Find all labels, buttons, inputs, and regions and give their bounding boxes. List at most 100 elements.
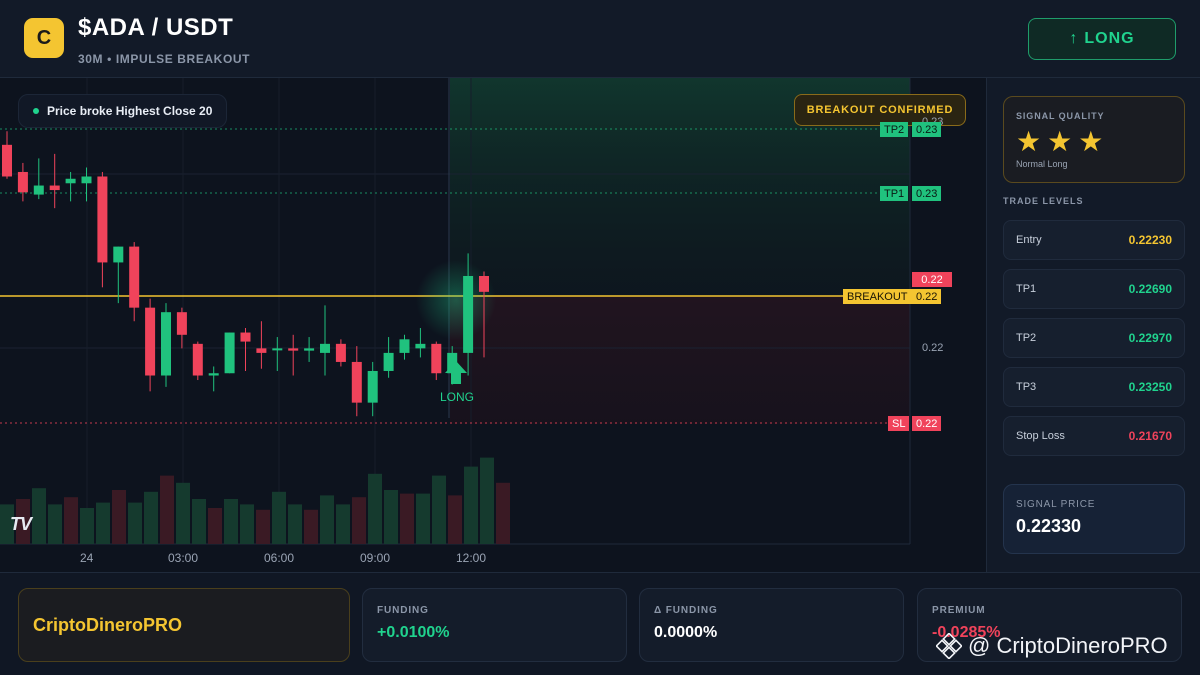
candle-body: [431, 343, 442, 374]
chart-canvas[interactable]: [0, 78, 986, 572]
candle-body: [240, 332, 251, 342]
quality-stars: ★ ★ ★: [1016, 127, 1172, 157]
volume-bar: [64, 497, 78, 544]
volume-bar: [224, 499, 238, 544]
volume-bar: [160, 475, 174, 544]
breakout-tag-label: BREAKOUT: [843, 289, 912, 304]
indicator-legend[interactable]: Price broke Highest Close 20: [18, 94, 228, 128]
signal-price-value: 0.22330: [1016, 516, 1082, 536]
volume-bar: [304, 509, 318, 544]
time-label: 24: [80, 551, 94, 565]
star-icon: ★: [1047, 126, 1073, 157]
candle-body: [176, 312, 187, 335]
candle-body: [129, 246, 140, 308]
price-axis-area: [910, 78, 986, 572]
candle-body: [33, 185, 44, 195]
pair-subtitle: 30M • IMPULSE BREAKOUT: [78, 52, 251, 66]
price-chart[interactable]: Price broke Highest Close 20 BREAKOUT CO…: [0, 78, 986, 572]
candle-body: [97, 176, 108, 263]
volume-bar: [32, 488, 46, 544]
funding-card: FUNDING +0.0100%: [362, 588, 627, 662]
volume-bar: [464, 466, 478, 544]
level-row-tp1: TP1 0.22690: [1003, 269, 1185, 309]
level-name: TP2: [1016, 332, 1037, 344]
funding-label: FUNDING: [377, 605, 429, 616]
volume-bar: [192, 499, 206, 544]
star-icon: ★: [1078, 126, 1104, 157]
level-name: TP1: [1016, 283, 1037, 295]
tp1-tag-label: TP1: [880, 186, 909, 201]
header-bar: C $ADA / USDT 30M • IMPULSE BREAKOUT ↑ L…: [0, 0, 1200, 78]
candle-body: [335, 343, 346, 362]
volume-bar: [480, 457, 494, 544]
level-value: 0.23250: [1128, 380, 1172, 394]
long-button-label: LONG: [1084, 30, 1135, 47]
tradingview-logo-icon[interactable]: TV: [10, 514, 32, 535]
time-label: 12:00: [456, 551, 487, 565]
bottom-bar: CriptoDineroPRO FUNDING +0.0100% Δ FUNDI…: [0, 572, 1200, 675]
candle-body: [192, 343, 203, 376]
candle-body: [145, 307, 156, 376]
volume-bar: [80, 508, 94, 544]
brand-card: CriptoDineroPRO: [18, 588, 350, 662]
volume-bar: [384, 490, 398, 544]
delta-funding-value: 0.0000%: [654, 624, 718, 641]
level-row-tp2: TP2 0.22970: [1003, 318, 1185, 358]
price-axis-label-mid: 0.22: [922, 342, 944, 354]
candle-body: [161, 312, 171, 376]
candle-body: [272, 348, 283, 351]
candle-body: [113, 246, 124, 263]
candle-body: [81, 176, 92, 184]
time-label: 06:00: [264, 551, 295, 565]
candle-body: [463, 276, 474, 353]
candle-body: [351, 361, 362, 403]
long-button[interactable]: ↑ LONG: [1028, 18, 1176, 60]
signal-price-card: SIGNAL PRICE 0.22330: [1003, 484, 1185, 554]
candle-body: [304, 348, 315, 351]
level-name: Entry: [1016, 234, 1042, 246]
long-marker-label: LONG: [440, 390, 475, 404]
volume-bar: [256, 509, 270, 544]
binance-logo-icon: [936, 633, 962, 659]
level-name: Stop Loss: [1016, 430, 1065, 442]
level-value: 0.21670: [1128, 429, 1172, 443]
tp1-tag-value: 0.23: [912, 186, 942, 201]
volume-bar: [432, 475, 446, 544]
volume-bar: [208, 508, 222, 544]
candle-body: [2, 144, 12, 177]
volume-bar: [96, 502, 110, 544]
volume-bar: [240, 504, 254, 544]
watermark-text: @ CriptoDineroPRO: [968, 633, 1168, 658]
volume-bar: [144, 491, 158, 544]
level-row-tp3: TP3 0.23250: [1003, 367, 1185, 407]
coin-logo-icon: C: [24, 18, 64, 58]
delta-funding-label: Δ FUNDING: [654, 605, 718, 616]
volume-bar: [320, 495, 334, 544]
tp2-tag-value: 0.23: [912, 122, 942, 137]
volume-bar: [368, 473, 382, 544]
volume-bar: [336, 504, 350, 544]
time-label: 03:00: [168, 551, 199, 565]
volume-bar: [112, 490, 126, 544]
candle-body: [208, 373, 219, 376]
candle-body: [17, 171, 28, 193]
volume-bar: [176, 482, 190, 544]
candle-body: [256, 348, 267, 353]
sl-tag-label: SL: [888, 416, 910, 431]
candle-body: [399, 339, 410, 353]
signal-quality-card: SIGNAL QUALITY ★ ★ ★ Normal Long: [1003, 96, 1185, 183]
level-value: 0.22690: [1128, 282, 1172, 296]
premium-label: PREMIUM: [932, 605, 986, 616]
sl-tag-value: 0.22: [912, 416, 942, 431]
candle-body: [383, 352, 394, 371]
volume-bar: [128, 502, 142, 544]
signal-quality-label: SIGNAL QUALITY: [1016, 111, 1105, 121]
arrow-up-icon: ↑: [1069, 30, 1079, 47]
delta-funding-card: Δ FUNDING 0.0000%: [639, 588, 904, 662]
funding-value: +0.0100%: [377, 624, 450, 641]
candle-body: [479, 276, 489, 292]
level-row-stop-loss: Stop Loss 0.21670: [1003, 416, 1185, 456]
legend-dot-icon: [33, 108, 39, 114]
breakout-tag-value: 0.22: [912, 289, 942, 304]
level-row-entry: Entry 0.22230: [1003, 220, 1185, 260]
